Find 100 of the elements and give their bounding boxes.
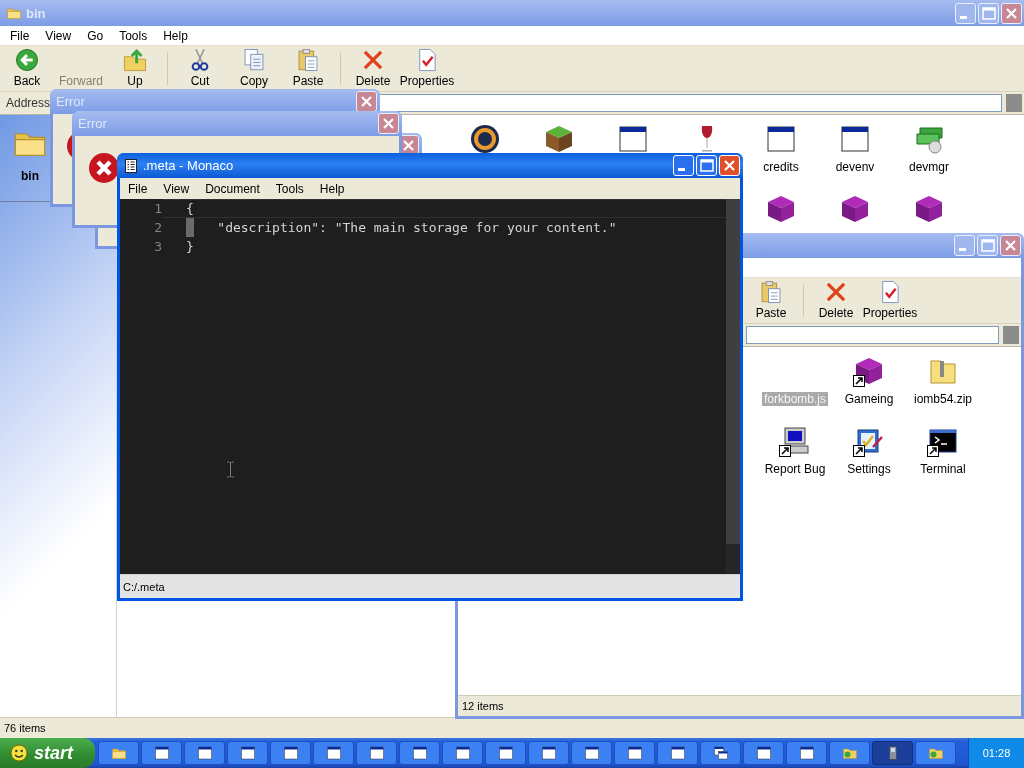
menu-item[interactable]: Help [155,28,196,43]
menu-item[interactable]: Tools [111,28,156,43]
taskbar-button[interactable] [270,741,311,765]
window-icon[interactable] [617,123,649,155]
shared-folder-icon [927,745,944,761]
code-editor[interactable]: 1 2 3 { "description": "The main storage for your content." } [120,199,740,574]
menu-item[interactable]: View [37,28,80,43]
file-label[interactable]: devenv [833,160,877,174]
cube-icon[interactable] [765,193,797,225]
address-label: Address [6,96,51,110]
toolbar-button[interactable]: Delete [346,46,400,91]
close-icon [361,96,372,107]
minimize-icon [677,168,685,171]
taskbar-button[interactable] [743,741,784,765]
menu-item[interactable]: File [120,181,156,196]
window-icon [454,745,471,761]
folder-title: bin [21,169,39,183]
copy-icon [241,47,267,73]
toolbar-button[interactable]: Properties [400,46,454,91]
taskbar-button[interactable] [399,741,440,765]
error-icon [88,152,120,184]
taskbar-button[interactable] [485,741,526,765]
window-icon [153,745,170,761]
taskbar-button[interactable] [700,741,741,765]
taskbar-button[interactable] [184,741,225,765]
window-icon [497,745,514,761]
folder-icon [6,5,22,21]
window-icon [626,745,643,761]
line-number: 2 [154,219,162,237]
file-label[interactable]: Report Bug [762,462,828,476]
taskbar-button[interactable] [98,741,139,765]
folder-up-icon [122,47,148,73]
taskbar-button[interactable] [614,741,655,765]
menu-item[interactable]: View [155,181,198,196]
maximize-icon [981,6,996,20]
window-title: .meta - Monaco [143,158,234,173]
window-title: bin [26,5,46,21]
minimize-icon [958,248,966,251]
windows-icon [712,745,729,761]
window-icon [411,745,428,761]
window-icon [669,745,686,761]
file-label[interactable]: Settings [845,462,893,476]
taskbar-button[interactable] [141,741,182,765]
status-text: 12 items [462,700,504,712]
window-icon[interactable] [765,123,797,155]
folder-icon [110,745,127,761]
cube-icon[interactable] [839,193,871,225]
toolbar-button[interactable]: Up [108,46,162,91]
toolbar-button[interactable]: Back [0,46,54,91]
toolbar-button[interactable]: Cut [173,46,227,91]
file-label[interactable]: Terminal [918,462,968,476]
file-label[interactable]: Gameing [842,392,896,406]
taskbar-button[interactable] [786,741,827,765]
ball-icon[interactable] [469,123,501,155]
cube-icon[interactable] [853,355,885,387]
window-icon[interactable] [839,123,871,155]
address-field[interactable] [746,326,999,344]
file-path: C:/.meta [123,580,165,593]
window-icon [282,745,299,761]
menu-item[interactable]: Help [311,181,353,196]
window-icon [798,745,815,761]
taskbar-button[interactable] [442,741,483,765]
window-icon [583,745,600,761]
maximize-icon [980,239,995,252]
text-cursor-icon [226,461,235,478]
window-title: Error [78,116,107,131]
menu-item[interactable]: Tools [267,181,312,196]
back-icon [14,47,40,73]
toolbar-button[interactable]: Paste [744,278,798,323]
taskbar-button[interactable] [356,741,397,765]
minimize-icon [959,15,967,19]
clipboard-icon [295,47,321,73]
taskbar-button[interactable] [528,741,569,765]
status-text: 76 items [4,722,46,734]
shared-folder-icon [841,745,858,761]
clock: 01:28 [982,747,1011,759]
toolbar-button[interactable]: Delete [809,278,863,323]
taskbar-button[interactable] [829,741,870,765]
close-icon [1006,7,1017,19]
file-label[interactable]: credits [761,160,801,174]
taskbar-button[interactable] [915,741,956,765]
menu-item[interactable]: Go [79,28,112,43]
window-icon [755,745,772,761]
window-icon [540,745,557,761]
file-label[interactable]: devmgr [907,160,951,174]
block-icon[interactable] [543,123,575,155]
toolbar-button[interactable]: Properties [863,278,917,323]
taskbar-button[interactable] [571,741,612,765]
taskbar-button[interactable] [227,741,268,765]
cube-icon[interactable] [913,193,945,225]
code-line: } [186,239,194,254]
menu-item[interactable]: Document [197,181,268,196]
taskbar-button[interactable] [657,741,698,765]
document-icon [123,157,139,174]
start-button[interactable]: start [0,738,95,768]
close-icon [1005,240,1016,251]
code-line: { [186,201,194,216]
menu-item[interactable]: File [2,28,38,43]
taskbar-button[interactable] [313,741,354,765]
file-label[interactable]: iomb54.zip [912,392,974,406]
